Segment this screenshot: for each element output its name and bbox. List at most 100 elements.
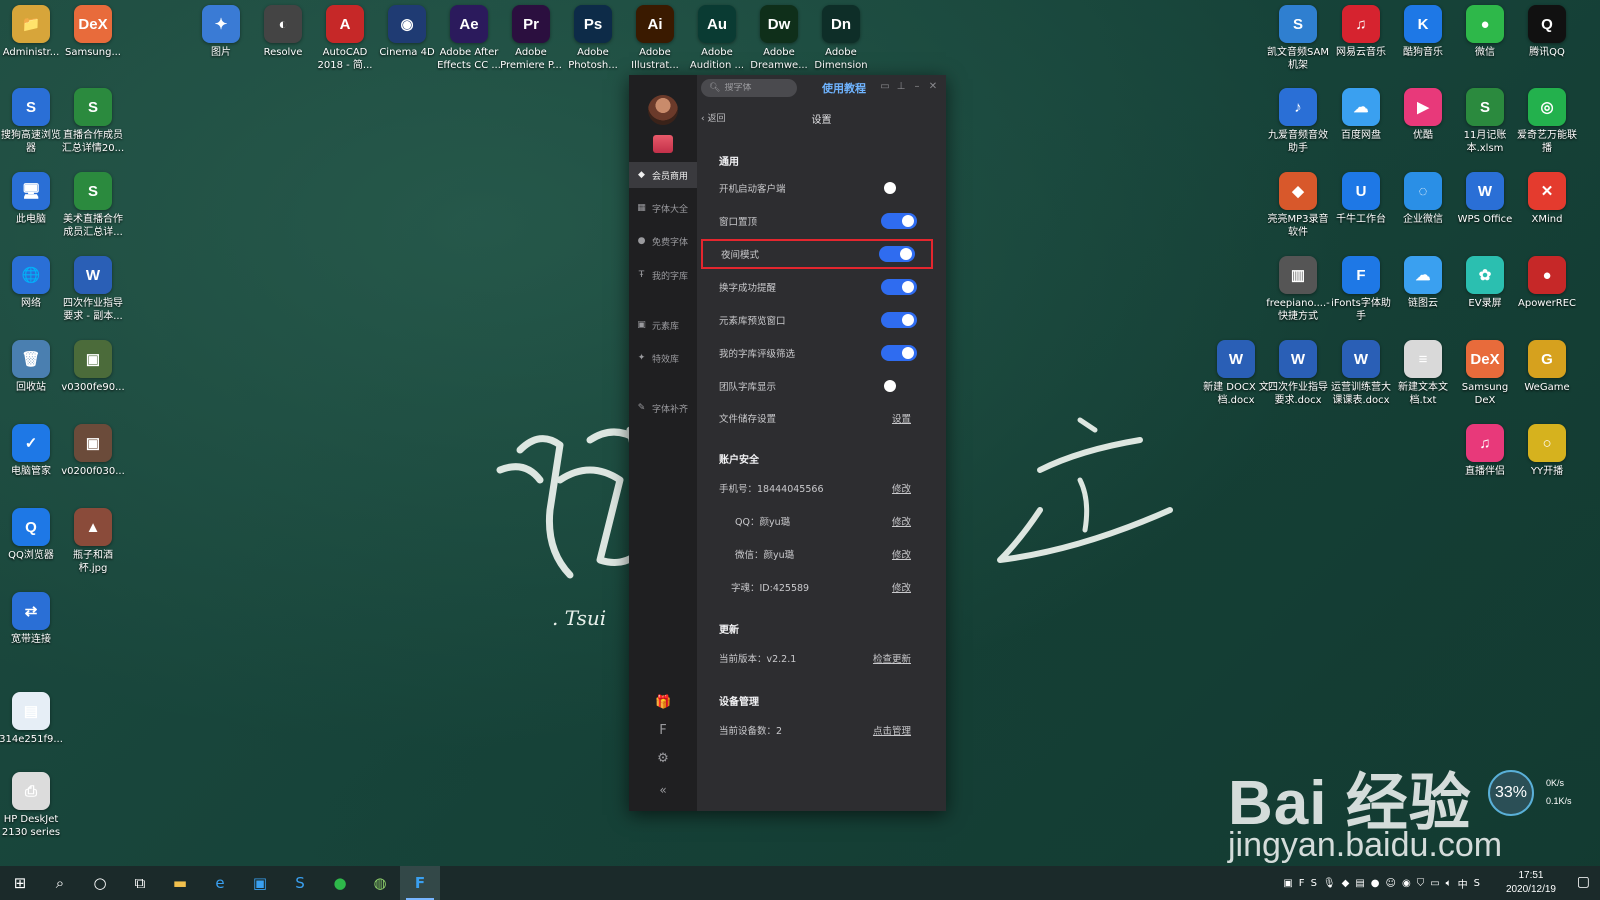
tray-ifonts-icon[interactable]: F bbox=[1299, 878, 1305, 889]
desktop-icon[interactable]: W 四次作业指导要求.docx bbox=[1267, 340, 1329, 407]
desktop-icon[interactable]: ▣ v0200f030... bbox=[61, 424, 125, 478]
desktop-icon[interactable]: G WeGame bbox=[1516, 340, 1578, 394]
tray-game-icon[interactable]: ◆ bbox=[1342, 878, 1350, 889]
modify-link[interactable]: 修改 bbox=[892, 580, 911, 594]
tray-green-icon[interactable]: ▤ bbox=[1355, 878, 1364, 889]
desktop-icon[interactable]: K 酷狗音乐 bbox=[1392, 5, 1454, 59]
desktop-icon[interactable]: 🖥 此电脑 bbox=[0, 172, 62, 226]
close-icon[interactable]: ✕ bbox=[927, 81, 939, 93]
desktop-icon[interactable]: ♫ 直播伴侣 bbox=[1454, 424, 1516, 478]
gift-badge-icon[interactable] bbox=[653, 135, 673, 153]
toggle-switch[interactable] bbox=[881, 378, 917, 394]
desktop-icon[interactable]: ✓ 电脑管家 bbox=[0, 424, 62, 478]
desktop-icon[interactable]: ◌ 企业微信 bbox=[1392, 172, 1454, 226]
search-input[interactable] bbox=[724, 83, 795, 93]
desktop-icon[interactable]: ○ YY开播 bbox=[1516, 424, 1578, 478]
clock[interactable]: 17:51 2020/12/19 bbox=[1506, 869, 1556, 897]
manage-devices-link[interactable]: 点击管理 bbox=[873, 723, 911, 737]
desktop-icon[interactable]: Au Adobe Audition ... bbox=[686, 5, 748, 72]
store-icon[interactable]: ▣ bbox=[240, 866, 280, 900]
desktop-icon[interactable]: ▶ 优酷 bbox=[1392, 88, 1454, 142]
desktop-icon[interactable]: ▲ 瓶子和酒杯.jpg bbox=[62, 508, 124, 575]
desktop-icon[interactable]: W WPS Office bbox=[1454, 172, 1516, 226]
settings-gear-icon[interactable]: ⚙ bbox=[655, 751, 671, 766]
desktop-icon[interactable]: A AutoCAD 2018 - 简... bbox=[314, 5, 376, 72]
network-speed-widget[interactable]: 33% bbox=[1488, 770, 1534, 816]
search-box[interactable]: 🔍︎ bbox=[701, 79, 797, 97]
browser-icon[interactable]: ◍ bbox=[360, 866, 400, 900]
wechat-icon[interactable]: ● bbox=[320, 866, 360, 900]
sogou-icon[interactable]: S bbox=[280, 866, 320, 900]
sidebar-item[interactable]: Ŧ 我的字库 bbox=[629, 262, 697, 288]
desktop-icon[interactable]: 🌐 网络 bbox=[0, 256, 62, 310]
toggle-switch[interactable] bbox=[881, 345, 917, 361]
search-icon[interactable]: ⌕ bbox=[40, 866, 80, 900]
desktop-icon[interactable]: ✕ XMind bbox=[1516, 172, 1578, 226]
desktop-icon[interactable]: Ai Adobe Illustrat... bbox=[624, 5, 686, 72]
desktop-icon[interactable]: ☁ 百度网盘 bbox=[1330, 88, 1392, 142]
tutorial-link[interactable]: 使用教程 bbox=[822, 80, 866, 96]
desktop-icon[interactable]: Q QQ浏览器 bbox=[0, 508, 62, 562]
desktop-icon[interactable]: S 直播合作成员汇总详情20... bbox=[62, 88, 124, 155]
tray-app-icon[interactable]: ▣ bbox=[1283, 878, 1292, 889]
font-logo-icon[interactable]: F bbox=[655, 723, 671, 738]
notification-center-icon[interactable]: ▢ bbox=[1577, 874, 1590, 890]
desktop-icon[interactable]: U 千牛工作台 bbox=[1330, 172, 1392, 226]
desktop-icon[interactable]: ⎙ HP DeskJet 2130 series bbox=[0, 772, 62, 839]
sidebar-item[interactable]: ▦ 字体大全 bbox=[629, 195, 697, 221]
desktop-icon[interactable]: ≡ 新建文本文档.txt bbox=[1392, 340, 1454, 407]
desktop-icon[interactable]: Q 腾讯QQ bbox=[1516, 5, 1578, 59]
desktop-icon[interactable]: 🗑 回收站 bbox=[0, 340, 62, 394]
desktop-icon[interactable]: Dw Adobe Dreamwe... bbox=[748, 5, 810, 72]
modify-link[interactable]: 修改 bbox=[892, 514, 911, 528]
desktop-icon[interactable]: Pr Adobe Premiere P... bbox=[500, 5, 562, 72]
window-mode-icon[interactable]: ▭ bbox=[879, 81, 891, 93]
desktop-icon[interactable]: DeX Samsung... bbox=[62, 5, 124, 59]
desktop-icon[interactable]: Ae Adobe After Effects CC ... bbox=[437, 5, 501, 72]
desktop-icon[interactable]: 📁 Administr... bbox=[0, 5, 62, 59]
tray-sogou-icon[interactable]: S bbox=[1311, 878, 1317, 889]
file-storage-settings-link[interactable]: 设置 bbox=[892, 411, 911, 425]
desktop-icon[interactable]: ◎ 爱奇艺万能联播 bbox=[1516, 88, 1578, 155]
desktop-icon[interactable]: ▣ v0300fe90... bbox=[61, 340, 125, 394]
desktop-icon[interactable]: ● 微信 bbox=[1454, 5, 1516, 59]
toggle-switch[interactable] bbox=[881, 213, 917, 229]
desktop-icon[interactable]: FiFonts字体助手 bbox=[1330, 256, 1392, 323]
desktop-icon[interactable]: ♫ 网易云音乐 bbox=[1330, 5, 1392, 59]
modify-link[interactable]: 修改 bbox=[892, 547, 911, 561]
microphone-icon[interactable]: 🎙︎ bbox=[1323, 878, 1336, 889]
desktop-icon[interactable]: ● ApowerREC bbox=[1516, 256, 1578, 310]
tray-record-icon[interactable]: ● bbox=[1371, 878, 1380, 889]
minimize-icon[interactable]: – bbox=[911, 81, 923, 93]
file-explorer-icon[interactable]: ▬ bbox=[160, 866, 200, 900]
desktop-icon[interactable]: W 四次作业指导要求 - 副本... bbox=[62, 256, 124, 323]
tray-wechat-icon[interactable]: ◉ bbox=[1402, 878, 1411, 889]
desktop-icon[interactable]: S 搜狗高速浏览器 bbox=[0, 88, 62, 155]
sidebar-item[interactable]: ✎ 字体补齐 bbox=[629, 395, 697, 421]
volume-icon[interactable]: 🔈︎ bbox=[1446, 878, 1452, 889]
task-view-icon[interactable]: ⧉ bbox=[120, 866, 160, 900]
edge-browser-icon[interactable]: e bbox=[200, 866, 240, 900]
start-button[interactable]: ⊞ bbox=[0, 866, 40, 900]
check-update-link[interactable]: 检查更新 bbox=[873, 651, 911, 665]
cortana-icon[interactable]: ○ bbox=[80, 866, 120, 900]
desktop-icon[interactable]: ✦ 图片 bbox=[190, 5, 252, 59]
sidebar-item[interactable]: ◆ 会员商用 bbox=[629, 162, 697, 188]
desktop-icon[interactable]: S 美术直播合作成员汇总详... bbox=[62, 172, 124, 239]
avatar[interactable] bbox=[648, 95, 678, 125]
ime-indicator[interactable]: 中 bbox=[1458, 876, 1468, 891]
ifonts-taskbar-icon[interactable]: F bbox=[400, 866, 440, 900]
desktop-icon[interactable]: ☁ 链图云 bbox=[1392, 256, 1454, 310]
desktop-icon[interactable]: Dn Adobe Dimension bbox=[810, 5, 872, 72]
collapse-sidebar-icon[interactable]: « bbox=[655, 783, 671, 797]
desktop-icon[interactable]: ◐ Resolve bbox=[252, 5, 314, 59]
desktop-icon[interactable]: ♪ 九爱音频音效助手 bbox=[1267, 88, 1329, 155]
toggle-switch[interactable] bbox=[881, 180, 917, 196]
tray-avatar-icon[interactable]: ☺ bbox=[1386, 878, 1396, 889]
desktop-icon[interactable]: S 11月记账本.xlsm bbox=[1454, 88, 1516, 155]
desktop-icon[interactable]: W 运营训练营大课课表.docx bbox=[1330, 340, 1392, 407]
desktop-icon[interactable]: ▥ freepiano....- 快捷方式 bbox=[1266, 256, 1330, 323]
desktop-icon[interactable]: ⇄ 宽带连接 bbox=[0, 592, 62, 646]
desktop-icon[interactable]: DeX Samsung DeX bbox=[1454, 340, 1516, 407]
modify-link[interactable]: 修改 bbox=[892, 481, 911, 495]
